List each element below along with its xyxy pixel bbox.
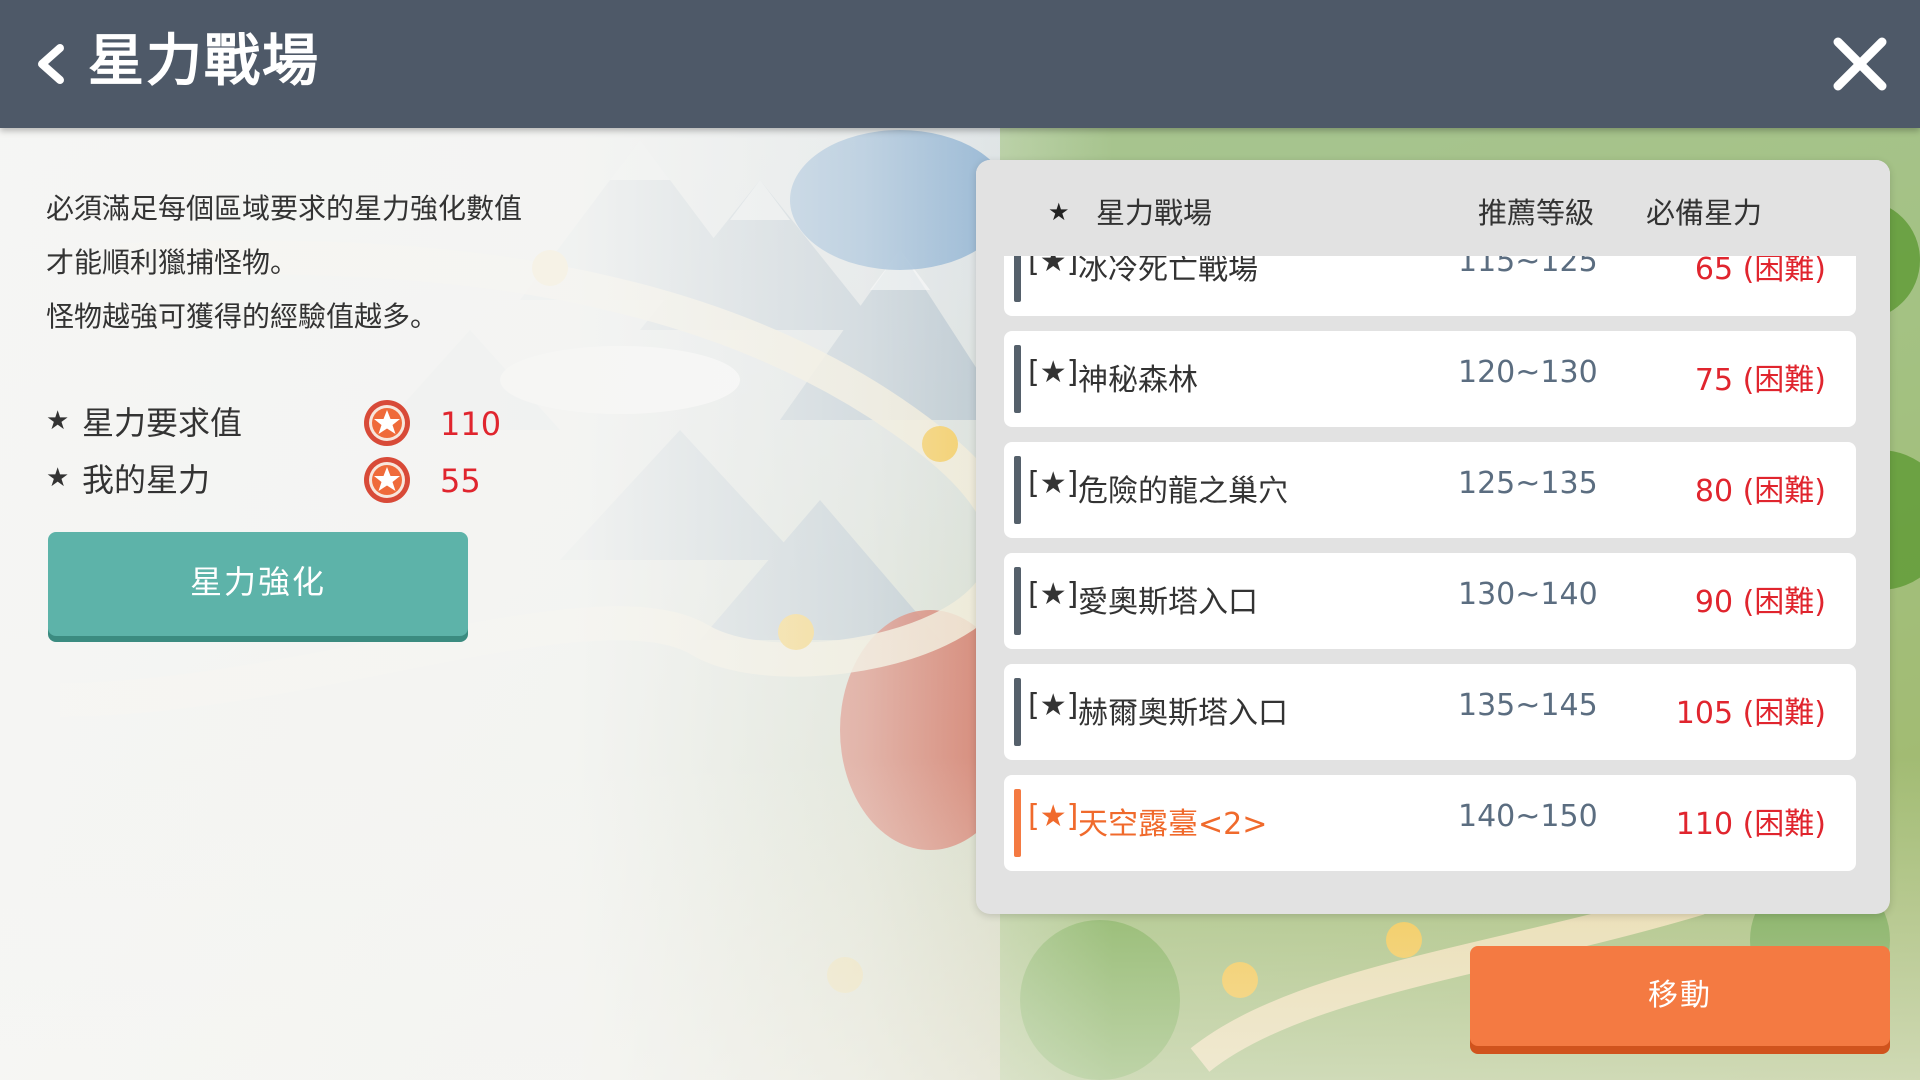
star-icon: ★ <box>46 406 70 436</box>
row-star-mark: [★] <box>1028 466 1079 501</box>
row-star-mark: [★] <box>1028 355 1079 390</box>
field-name: 危險的龍之巢穴 <box>1078 474 1288 509</box>
star-medal-icon <box>364 457 410 503</box>
description-line: 才能順利獵捕怪物。 <box>46 246 299 279</box>
required-star-force: 90 (困難) <box>1694 585 1826 620</box>
list-item[interactable]: [★] 赫爾奧斯塔入口 135~145 105 (困難) <box>1004 664 1856 760</box>
required-star-force-value: 110 <box>440 405 502 443</box>
back-button[interactable] <box>20 32 84 96</box>
description-line: 怪物越強可獲得的經驗值越多。 <box>46 300 439 333</box>
star-medal-icon <box>364 400 410 446</box>
my-star-force-row: ★ 我的星力 55 <box>46 455 566 505</box>
star-icon: ★ <box>1048 198 1070 226</box>
move-button[interactable]: 移動 <box>1470 946 1890 1046</box>
required-star-force-row: ★ 星力要求值 110 <box>46 398 566 448</box>
row-indicator <box>1014 456 1021 524</box>
description-line: 必須滿足每個區域要求的星力強化數值 <box>46 192 523 225</box>
required-star-force: 80 (困難) <box>1694 474 1826 509</box>
top-bar: 星力戰場 <box>0 0 1920 128</box>
column-header-level: 推薦等級 <box>1478 196 1595 230</box>
list-item-selected[interactable]: [★] 天空露臺<2> 140~150 110 (困難) <box>1004 775 1856 871</box>
field-name: 天空露臺<2> <box>1078 807 1268 842</box>
page-title: 星力戰場 <box>88 29 320 94</box>
star-icon: ★ <box>46 463 70 493</box>
recommended-level: 125~135 <box>1458 466 1598 501</box>
my-star-force-value: 55 <box>440 462 481 500</box>
field-name: 愛奧斯塔入口 <box>1078 585 1258 620</box>
row-star-mark: [★] <box>1028 799 1079 834</box>
my-star-force-label: 我的星力 <box>82 461 211 499</box>
column-header-required: 必備星力 <box>1646 196 1763 230</box>
list-item[interactable]: [★] 神秘森林 120~130 75 (困難) <box>1004 331 1856 427</box>
star-force-field-panel: [★] 冰冷死亡戰場 115~125 65 (困難) [★] 神秘森林 120~… <box>976 160 1890 914</box>
field-name: 神秘森林 <box>1078 363 1198 398</box>
field-name: 赫爾奧斯塔入口 <box>1078 696 1288 731</box>
required-star-force-label: 星力要求值 <box>82 404 243 442</box>
star-force-enhance-button[interactable]: 星力強化 <box>48 532 468 636</box>
required-star-force: 110 (困難) <box>1675 807 1826 842</box>
required-star-force: 75 (困難) <box>1694 363 1826 398</box>
row-indicator <box>1014 345 1021 413</box>
field-list[interactable]: [★] 冰冷死亡戰場 115~125 65 (困難) [★] 神秘森林 120~… <box>1004 160 1856 914</box>
recommended-level: 140~150 <box>1458 799 1598 834</box>
chevron-left-icon <box>38 44 64 84</box>
list-item[interactable]: [★] 危險的龍之巢穴 125~135 80 (困難) <box>1004 442 1856 538</box>
recommended-level: 130~140 <box>1458 577 1598 612</box>
row-star-mark: [★] <box>1028 688 1079 723</box>
recommended-level: 135~145 <box>1458 688 1598 723</box>
row-star-mark: [★] <box>1028 577 1079 612</box>
close-icon <box>1833 37 1887 91</box>
column-header-field: 星力戰場 <box>1096 196 1213 230</box>
close-button[interactable] <box>1826 30 1894 98</box>
required-star-force: 105 (困難) <box>1675 696 1826 731</box>
list-item[interactable]: [★] 愛奧斯塔入口 130~140 90 (困難) <box>1004 553 1856 649</box>
table-header: ★ 星力戰場 推薦等級 必備星力 <box>976 160 1890 256</box>
description: 必須滿足每個區域要求的星力強化數值 才能順利獵捕怪物。 怪物越強可獲得的經驗值越… <box>46 182 606 344</box>
row-indicator <box>1014 678 1021 746</box>
recommended-level: 120~130 <box>1458 355 1598 390</box>
row-indicator <box>1014 789 1021 857</box>
row-indicator <box>1014 567 1021 635</box>
